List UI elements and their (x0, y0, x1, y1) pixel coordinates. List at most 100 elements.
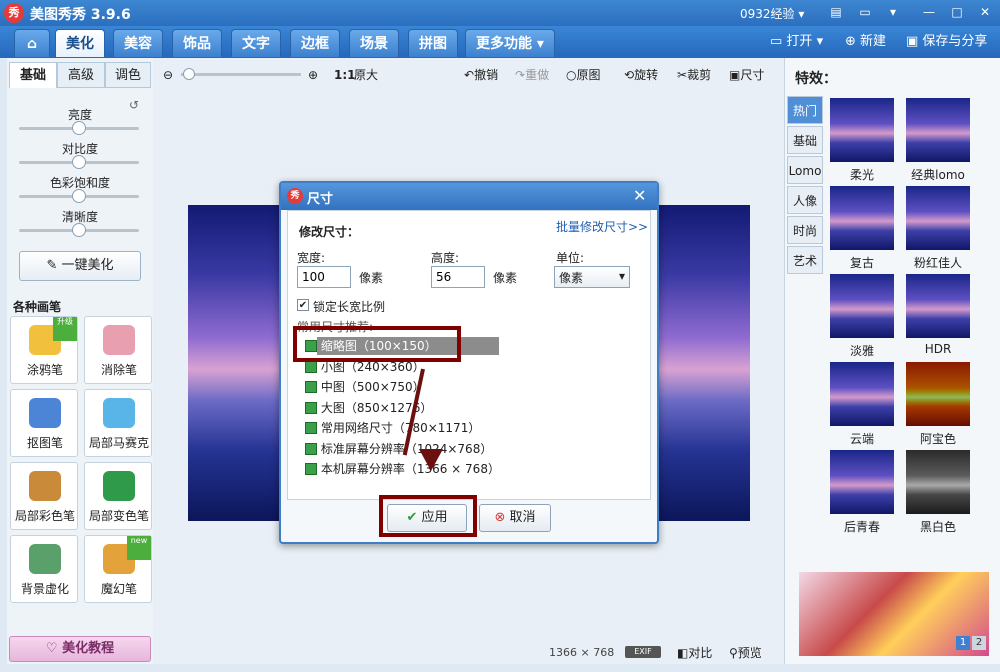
tab-tone[interactable]: 调色 (105, 62, 151, 88)
brush-tool[interactable]: 局部彩色笔 (10, 462, 78, 530)
brush-tool[interactable]: 抠图笔 (10, 389, 78, 457)
brush-tool[interactable]: 消除笔 (84, 316, 152, 384)
rotate-icon: ⟲ (624, 68, 635, 82)
redo-button[interactable]: ↷重做 (515, 66, 549, 84)
home-tab[interactable]: ⌂ (14, 29, 50, 57)
tab-border[interactable]: 边框 (290, 29, 340, 57)
brush-tool[interactable]: 局部变色笔 (84, 462, 152, 530)
height-input[interactable] (431, 266, 485, 288)
tab-beautify[interactable]: 美化 (55, 29, 105, 57)
lock-ratio-checkbox[interactable]: ✔ (297, 299, 309, 311)
effect-thumbnail[interactable] (830, 186, 894, 250)
new-button[interactable]: ⊕ 新建 (845, 32, 886, 52)
arrow-head (419, 449, 443, 471)
dialog-close-icon[interactable]: ✕ (633, 186, 646, 205)
tab-more[interactable]: 更多功能 ▾ (465, 29, 555, 57)
tab-basic[interactable]: 基础 (9, 62, 57, 88)
effect-tab[interactable]: 人像 (787, 186, 823, 214)
ratio-label[interactable]: 1:1 (334, 66, 356, 84)
open-button[interactable]: ▭ 打开 ▾ (770, 32, 823, 52)
slider-knob[interactable] (72, 189, 86, 203)
feedback-icon[interactable]: ▤ (829, 5, 843, 19)
effect-tab[interactable]: 时尚 (787, 216, 823, 244)
effect-tab[interactable]: 热门 (787, 96, 823, 124)
zoom-out-icon[interactable]: ⊖ (163, 66, 173, 84)
crop-button[interactable]: ✂裁剪 (677, 66, 711, 84)
effect-label: 云端 (849, 432, 874, 446)
brush-tool[interactable]: 局部马赛克 (84, 389, 152, 457)
effect-thumbnail[interactable] (906, 274, 970, 338)
effect-thumbnail[interactable] (906, 450, 970, 514)
original-size-button[interactable]: 原大 (354, 66, 378, 84)
slider-knob[interactable] (72, 223, 86, 237)
batch-resize-link[interactable]: 批量修改尺寸>> (556, 218, 648, 235)
circle-icon: ○ (566, 68, 577, 82)
height-label: 高度: (431, 251, 460, 265)
preset-item[interactable]: 常用网络尺寸（780×1171） (303, 419, 533, 437)
maximize-icon[interactable]: □ (950, 5, 964, 19)
effect-thumbnail[interactable] (830, 98, 894, 162)
minimize-icon[interactable]: — (922, 5, 936, 19)
brush-tool[interactable]: 升级 涂鸦笔 (10, 316, 78, 384)
width-input[interactable] (297, 266, 351, 288)
brush-tool[interactable]: 背景虚化 (10, 535, 78, 603)
effect-thumbnail[interactable] (906, 98, 970, 162)
redo-icon: ↷ (515, 68, 526, 82)
tab-scene[interactable]: 场景 (349, 29, 399, 57)
tab-collage[interactable]: 拼图 (408, 29, 458, 57)
effect-label: 复古 (849, 256, 874, 270)
compare-button[interactable]: ◧对比 (677, 644, 712, 661)
close-icon[interactable]: ✕ (978, 5, 992, 19)
effect-thumbnail[interactable] (830, 274, 894, 338)
brush-tool[interactable]: new 魔幻笔 (84, 535, 152, 603)
zoom-slider-knob[interactable] (183, 68, 195, 80)
zoom-slider-track[interactable] (181, 73, 301, 76)
tab-face[interactable]: 美容 (113, 29, 163, 57)
effect-thumbnail[interactable] (830, 362, 894, 426)
beautify-tutorial-button[interactable]: ♡ 美化教程 (9, 636, 151, 662)
undo-button[interactable]: ↶撤销 (464, 66, 498, 84)
save-share-button[interactable]: ▣ 保存与分享 (906, 32, 987, 52)
effect-thumbnail[interactable] (906, 362, 970, 426)
size-button[interactable]: ▣尺寸 (729, 66, 764, 84)
dialog-title-bar[interactable]: 秀 尺寸 ✕ (281, 183, 657, 210)
skin-icon[interactable]: ▭ (858, 5, 872, 19)
cancel-icon: ⊗ (494, 510, 510, 525)
effect-label: 黑白色 (919, 520, 956, 534)
effect-label: HDR (924, 342, 952, 356)
effect-tab[interactable]: Lomo (787, 156, 823, 184)
main-nav: ⌂ 美化 美容 饰品 文字 边框 场景 拼图 更多功能 ▾ ▭ 打开 ▾ ⊕ 新… (0, 26, 1000, 58)
image-icon (305, 463, 317, 475)
zoom-in-icon[interactable]: ⊕ (308, 66, 318, 84)
save-icon: ▣ (906, 34, 923, 49)
tab-text[interactable]: 文字 (231, 29, 281, 57)
app-title: 美图秀秀 3.9.6 (30, 7, 131, 23)
exif-badge[interactable]: EXIF (625, 646, 661, 658)
one-click-beautify-button[interactable]: ✎ 一键美化 (19, 251, 141, 281)
tab-advanced[interactable]: 高级 (57, 62, 105, 88)
menu-icon[interactable]: ▾ (886, 5, 900, 19)
account-menu[interactable]: 0932经验 ▾ (740, 5, 804, 22)
effect-tab[interactable]: 基础 (787, 126, 823, 154)
preset-item[interactable]: 标准屏幕分辨率（1024×768） (303, 440, 533, 458)
rotate-button[interactable]: ⟲旋转 (624, 66, 658, 84)
effect-label: 柔光 (849, 168, 874, 182)
brush-icon (29, 544, 61, 574)
brush-tool-label: 魔幻笔 (100, 582, 137, 596)
cancel-button[interactable]: ⊗ 取消 (479, 504, 551, 532)
effect-thumbnail[interactable] (830, 450, 894, 514)
original-image-button[interactable]: ○原图 (566, 66, 601, 84)
effect-tab[interactable]: 艺术 (787, 246, 823, 274)
effect-thumbnail[interactable] (906, 186, 970, 250)
undo-icon: ↶ (464, 68, 475, 82)
effect-label: 经典lomo (911, 168, 965, 182)
page-1-button[interactable]: 1 (956, 636, 970, 650)
page-2-button[interactable]: 2 (972, 636, 986, 650)
tab-decor[interactable]: 饰品 (172, 29, 222, 57)
preview-button[interactable]: ⚲预览 (729, 644, 762, 661)
effects-panel: 特效： 热门 基础 Lomo 人像 时尚 艺术 柔光 经典lomo 复古 粉红佳人 淡雅 HDR 云端… (784, 58, 1000, 664)
preset-item[interactable]: 本机屏幕分辨率（1366 × 768） (303, 460, 533, 478)
slider-knob[interactable] (72, 155, 86, 169)
slider-knob[interactable] (72, 121, 86, 135)
unit-select[interactable]: 像素 ▾ (554, 266, 630, 288)
